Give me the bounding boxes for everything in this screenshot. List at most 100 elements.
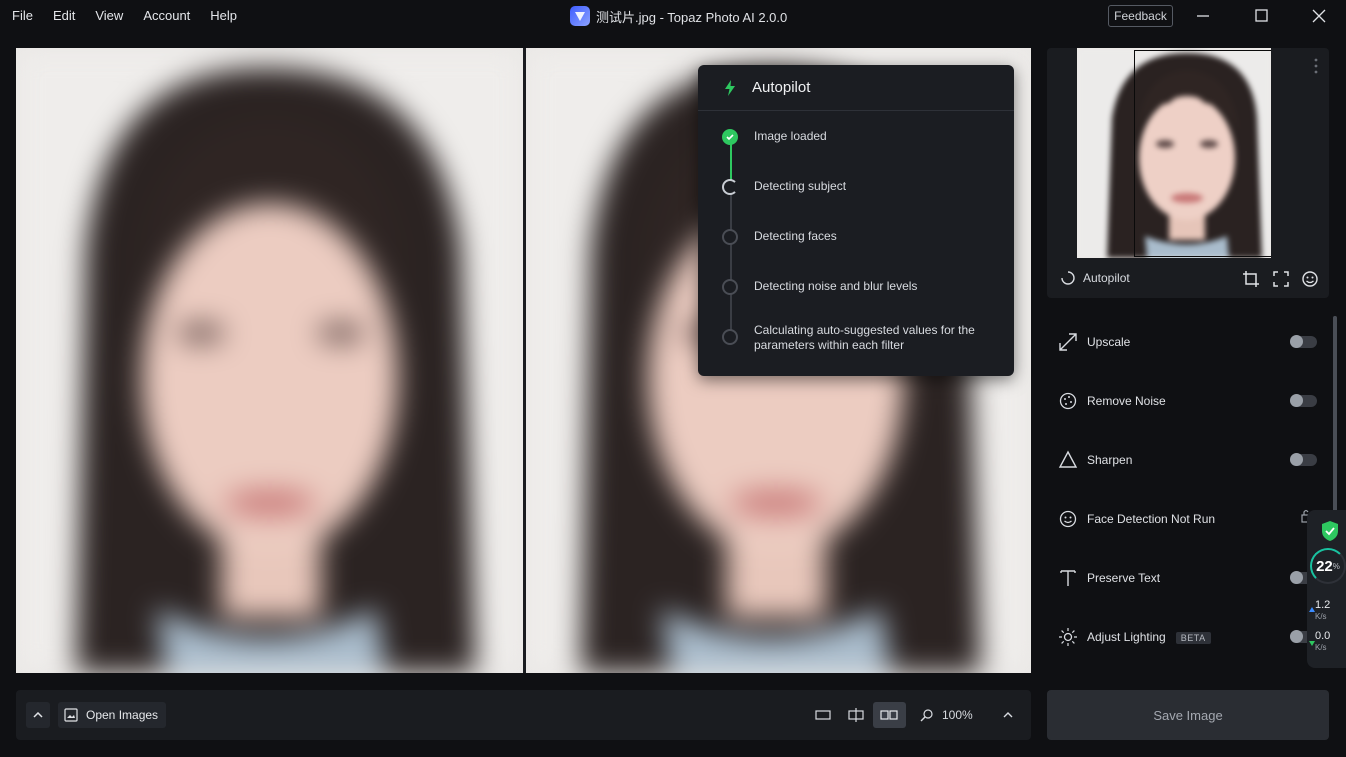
menu-view[interactable]: View: [95, 8, 123, 23]
navigator-toolbar: Autopilot: [1047, 266, 1329, 292]
usage-gauge: 22%: [1310, 548, 1346, 584]
filter-adjust-lighting[interactable]: Adjust Lighting BETA: [1047, 607, 1329, 666]
step-label: Detecting noise and blur levels: [754, 279, 918, 293]
upload-speed: 1.2 K/s: [1315, 600, 1330, 622]
portrait-image: [16, 48, 523, 673]
sharpen-icon: [1058, 450, 1078, 468]
check-icon: [722, 129, 738, 145]
remove-noise-icon: [1059, 392, 1077, 410]
pending-icon: [722, 279, 738, 295]
autopilot-button[interactable]: Autopilot: [1061, 271, 1130, 285]
lightning-icon: [725, 79, 735, 96]
zoom-value: 100%: [942, 708, 973, 722]
download-speed: 0.0 K/s: [1315, 631, 1330, 653]
download-unit: K/s: [1315, 643, 1327, 652]
zoom-control[interactable]: 100%: [914, 702, 1020, 728]
window-title-text: 测试片.jpg - Topaz Photo AI 2.0.0: [596, 9, 788, 25]
step-label: Calculating auto-suggested values for th…: [754, 323, 975, 352]
open-images-button[interactable]: Open Images: [58, 702, 167, 728]
bottom-toolbar: Open Images 100%: [16, 690, 1031, 740]
more-options-icon[interactable]: [1314, 58, 1318, 74]
autopilot-steps: Image loaded Detecting subject Detecting…: [698, 111, 1014, 375]
filter-sharpen[interactable]: Sharpen: [1047, 430, 1329, 489]
autopilot-panel: Autopilot Image loaded Detecting subject…: [698, 65, 1014, 376]
single-view-icon: [815, 710, 831, 720]
side-by-side-view-button[interactable]: [872, 702, 906, 728]
menu-edit[interactable]: Edit: [53, 8, 75, 23]
split-view-button[interactable]: [839, 702, 872, 728]
step-label: Image loaded: [754, 129, 827, 143]
image-icon: [64, 708, 78, 722]
maximize-icon[interactable]: [1251, 6, 1271, 26]
filter-label: Face Detection Not Run: [1087, 512, 1216, 526]
chevron-up-icon[interactable]: [1003, 712, 1013, 718]
feedback-button[interactable]: Feedback: [1108, 5, 1173, 27]
lighting-icon: [1059, 628, 1077, 646]
text-icon: [1060, 570, 1076, 586]
shield-icon: [1322, 521, 1338, 541]
autopilot-header: Autopilot: [698, 65, 1014, 111]
filter-label: Upscale: [1087, 335, 1131, 349]
window-title: 测试片.jpg - Topaz Photo AI 2.0.0: [570, 6, 787, 26]
original-image-pane[interactable]: [16, 48, 523, 673]
menu-account[interactable]: Account: [143, 8, 190, 23]
menu-bar: File Edit View Account Help: [12, 8, 257, 23]
filter-label: Adjust Lighting BETA: [1087, 630, 1211, 644]
filter-label: Preserve Text: [1087, 571, 1161, 585]
pending-icon: [722, 329, 738, 345]
pending-icon: [722, 229, 738, 245]
crop-icon[interactable]: [1242, 270, 1260, 288]
autopilot-title: Autopilot: [752, 79, 811, 96]
remove-noise-toggle[interactable]: [1290, 394, 1317, 407]
menu-help[interactable]: Help: [210, 8, 237, 23]
download-value: 0.0: [1315, 630, 1331, 642]
step-detecting-subject: Detecting subject: [722, 175, 1014, 225]
spinner-icon: [722, 179, 738, 195]
chevron-up-icon: [33, 712, 43, 718]
filter-preserve-text[interactable]: Preserve Text: [1047, 548, 1329, 607]
title-bar: File Edit View Account Help 测试片.jpg - To…: [0, 0, 1346, 32]
autopilot-label: Autopilot: [1083, 271, 1130, 285]
navigator-thumbnail[interactable]: [1077, 48, 1271, 258]
filter-face-detection[interactable]: Face Detection Not Run: [1047, 489, 1329, 548]
filter-label: Sharpen: [1087, 453, 1133, 467]
side-by-side-icon: [880, 710, 898, 720]
navigator-card: Autopilot: [1047, 48, 1329, 298]
face-icon[interactable]: [1301, 270, 1319, 288]
network-monitor-widget[interactable]: 22% 1.2 K/s 0.0 K/s: [1307, 510, 1346, 668]
sharpen-toggle[interactable]: [1290, 453, 1317, 466]
spinner-icon: [1061, 271, 1075, 285]
beta-badge: BETA: [1175, 631, 1211, 644]
step-label: Detecting subject: [754, 179, 847, 193]
filter-remove-noise[interactable]: Remove Noise: [1047, 371, 1329, 430]
adjust-lighting-text: Adjust Lighting: [1087, 630, 1166, 644]
save-image-button[interactable]: Save Image: [1047, 690, 1329, 740]
face-icon: [1059, 510, 1077, 528]
split-view-icon: [848, 708, 864, 722]
fullscreen-icon[interactable]: [1272, 270, 1290, 288]
step-calculating-values: Calculating auto-suggested values for th…: [722, 323, 1014, 375]
menu-file[interactable]: File: [12, 8, 33, 23]
close-icon[interactable]: [1309, 6, 1329, 26]
step-image-loaded: Image loaded: [722, 125, 1014, 175]
step-detecting-noise-blur: Detecting noise and blur levels: [722, 275, 1014, 325]
view-mode-group: [806, 702, 906, 728]
collapse-button[interactable]: [26, 702, 50, 728]
app-logo-icon: [570, 6, 590, 26]
upscale-toggle[interactable]: [1290, 335, 1317, 348]
filters-panel: Upscale Remove Noise Sharpen Face Detect…: [1047, 312, 1329, 666]
upscale-icon: [1059, 333, 1077, 351]
step-label: Detecting faces: [754, 229, 837, 243]
scrollbar-thumb[interactable]: [1333, 316, 1337, 516]
single-view-button[interactable]: [806, 702, 839, 728]
step-detecting-faces: Detecting faces: [722, 225, 1014, 275]
filter-upscale[interactable]: Upscale: [1047, 312, 1329, 371]
percent-sign: %: [1332, 561, 1340, 571]
open-images-label: Open Images: [86, 708, 159, 722]
upload-unit: K/s: [1315, 612, 1327, 621]
minimize-icon[interactable]: [1193, 6, 1213, 26]
filter-label: Remove Noise: [1087, 394, 1166, 408]
usage-percent: 22: [1316, 557, 1333, 575]
upload-value: 1.2: [1315, 599, 1331, 611]
viewport-frame[interactable]: [1134, 50, 1271, 257]
